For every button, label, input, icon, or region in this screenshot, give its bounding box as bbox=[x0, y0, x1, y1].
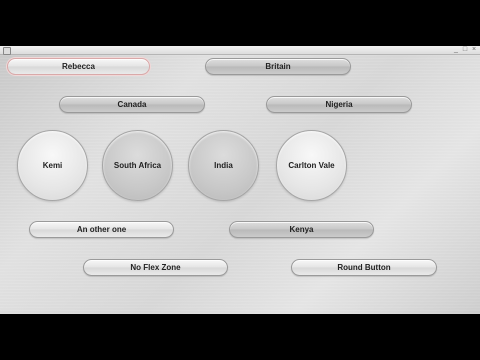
carlton-vale-button[interactable]: Carlton Vale bbox=[276, 130, 347, 201]
app-window: _ □ × Rebecca Britain Canada Nigeria Kem… bbox=[0, 46, 480, 314]
app-icon bbox=[3, 47, 11, 55]
canada-button[interactable]: Canada bbox=[59, 96, 205, 113]
kenya-button[interactable]: Kenya bbox=[229, 221, 374, 238]
no-flex-zone-button[interactable]: No Flex Zone bbox=[83, 259, 228, 276]
rebecca-button[interactable]: Rebecca bbox=[7, 58, 150, 75]
india-button[interactable]: India bbox=[188, 130, 259, 201]
nigeria-button[interactable]: Nigeria bbox=[266, 96, 412, 113]
south-africa-button[interactable]: South Africa bbox=[102, 130, 173, 201]
maximize-button[interactable]: □ bbox=[461, 46, 469, 54]
another-one-button[interactable]: An other one bbox=[29, 221, 174, 238]
title-bar: _ □ × bbox=[0, 46, 480, 55]
close-button[interactable]: × bbox=[470, 46, 478, 54]
britain-button[interactable]: Britain bbox=[205, 58, 351, 75]
kemi-button[interactable]: Kemi bbox=[17, 130, 88, 201]
minimize-button[interactable]: _ bbox=[452, 46, 460, 54]
round-button[interactable]: Round Button bbox=[291, 259, 437, 276]
